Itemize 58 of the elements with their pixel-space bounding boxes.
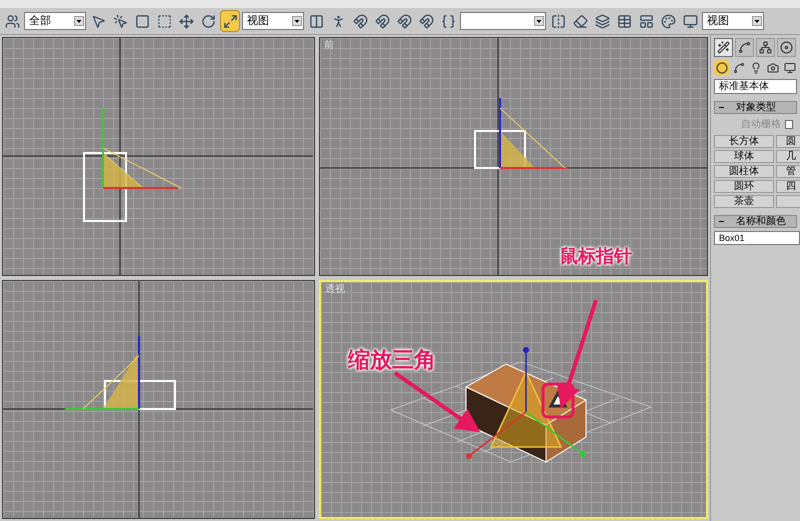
dropdown-field[interactable]: 视图 [702, 12, 764, 30]
panel-tab[interactable] [756, 38, 775, 57]
autogrid-label: 自动栅格 [741, 118, 781, 132]
name-input-field[interactable]: Box01 [714, 231, 800, 245]
caret-icon [74, 16, 84, 26]
type-dropdown[interactable]: 标准基本体 [714, 79, 797, 94]
geometry-icon [716, 62, 728, 74]
object-type-button[interactable]: 茶壶 [714, 195, 774, 208]
dropdown-value: 全部 [29, 14, 51, 29]
rollout-title: 名称和颜色 [736, 214, 786, 229]
dropdown-field[interactable]: 视图 [242, 12, 304, 30]
cameras-icon [766, 62, 778, 74]
dropdown-field[interactable]: 全部 [24, 12, 86, 30]
select-icon [90, 14, 106, 28]
hierarchy-icon [759, 41, 772, 54]
rollout-header[interactable]: 对象类型 [714, 101, 797, 114]
material-editor-icon [660, 14, 676, 28]
object-type-button[interactable]: 圆环 [714, 180, 774, 193]
window-select-icon [156, 14, 172, 28]
rollout-title: 对象类型 [736, 100, 776, 115]
panel-tab[interactable] [735, 38, 754, 57]
dropdown-field[interactable] [460, 12, 546, 30]
caret-icon [534, 16, 544, 26]
layers-icon [594, 14, 610, 28]
viewport[interactable] [2, 37, 315, 276]
category-button[interactable] [714, 60, 729, 76]
category-button[interactable] [731, 60, 746, 76]
annotation-label: 缩放三角 [348, 346, 436, 374]
object-type-button[interactable]: 圆 [776, 135, 800, 148]
autogrid-checkbox[interactable] [785, 120, 793, 129]
move-icon [178, 14, 194, 28]
object-type-button[interactable]: 球体 [714, 150, 774, 163]
panel-tab[interactable] [714, 38, 733, 57]
characters-icon [4, 14, 20, 28]
rectangle-select-icon [134, 14, 150, 28]
object-type-button[interactable]: 圆柱体 [714, 165, 774, 178]
highlight-frame [542, 382, 574, 418]
panel-tab[interactable] [777, 38, 796, 57]
scale-icon [222, 14, 238, 28]
lights-icon [750, 62, 762, 74]
caret-icon [292, 16, 302, 26]
snap-icon [352, 14, 368, 28]
object-type-button[interactable]: 管 [776, 165, 800, 178]
shapes-icon [732, 62, 744, 74]
rotate-icon [200, 14, 216, 28]
mouse-cursor-icon [548, 390, 568, 408]
object-type-button[interactable]: 四 [776, 180, 800, 193]
toolbar-button[interactable] [220, 10, 240, 32]
mirror-icon [550, 14, 566, 28]
dropdown-value: 视图 [247, 14, 269, 29]
viewport[interactable] [2, 280, 315, 519]
caret-icon [752, 16, 762, 26]
dropdown-value: 视图 [707, 14, 729, 29]
rollout-header[interactable]: 名称和颜色 [714, 215, 797, 228]
annotation-label: 鼠标指针 [560, 245, 632, 268]
object-type-button[interactable]: 几 [776, 150, 800, 163]
object-type-button[interactable]: 长方体 [714, 135, 774, 148]
category-button[interactable] [782, 60, 797, 76]
